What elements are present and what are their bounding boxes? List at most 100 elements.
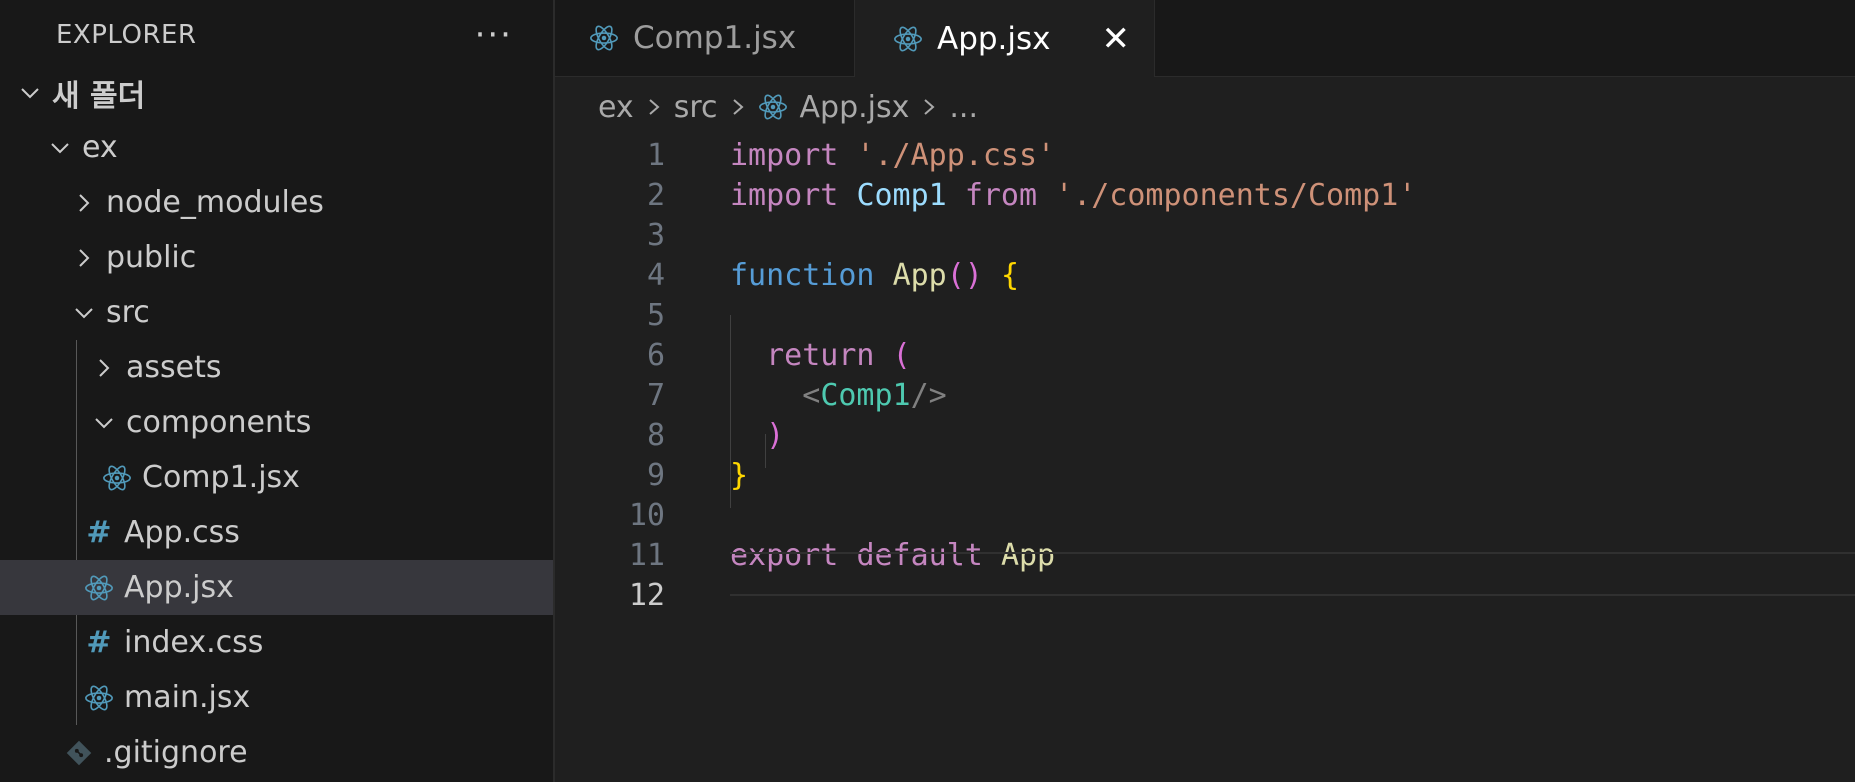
breadcrumb-item[interactable]: App.jsx xyxy=(800,90,910,125)
close-icon[interactable]: ✕ xyxy=(1102,22,1131,56)
chevron-down-icon xyxy=(46,136,74,160)
chevron-right-icon xyxy=(70,191,98,215)
token-function: App xyxy=(892,258,947,293)
tree-item-label: public xyxy=(106,240,197,275)
tree-item-label: App.jsx xyxy=(124,570,234,605)
tree-item-app-jsx[interactable]: App.jsx xyxy=(0,560,553,615)
token-parens: () xyxy=(946,258,983,293)
tree-item-node-modules[interactable]: node_modules xyxy=(0,175,553,230)
token-paren: ( xyxy=(892,338,911,373)
token-keyword: from xyxy=(964,178,1038,213)
react-icon xyxy=(758,92,788,122)
chevron-down-icon xyxy=(90,411,118,435)
code-text: function App() { xyxy=(730,258,1019,293)
token-brace: { xyxy=(1000,258,1019,293)
react-icon xyxy=(102,463,132,493)
line-number: 5 xyxy=(646,298,665,333)
tree-item-label: node_modules xyxy=(106,185,324,220)
tree-item-label: index.css xyxy=(124,625,264,660)
chevron-right-icon xyxy=(728,95,748,119)
line-number: 3 xyxy=(646,218,665,253)
code-line-12[interactable]: 12 xyxy=(555,572,1855,619)
tree-item-label: components xyxy=(126,405,312,440)
hash-icon: # xyxy=(86,515,112,550)
token-punct: < xyxy=(802,378,821,413)
file-tree: 새 폴더 ex node_modules public src assets c… xyxy=(0,65,553,780)
token-keyword: return xyxy=(766,338,875,373)
more-actions-icon[interactable]: ··· xyxy=(475,18,513,52)
chevron-right-icon xyxy=(70,246,98,270)
tree-item-label: ex xyxy=(82,130,118,165)
line-number: 9 xyxy=(646,458,665,493)
code-text: } xyxy=(730,458,748,493)
tree-item-label: assets xyxy=(126,350,222,385)
code-text: return ( xyxy=(730,338,911,373)
line-number: 10 xyxy=(628,498,665,533)
tab-app-jsx[interactable]: App.jsx ✕ xyxy=(855,0,1155,77)
code-text: import Comp1 from './components/Comp1' xyxy=(730,178,1416,213)
breadcrumb-item[interactable]: src xyxy=(674,90,718,125)
code-text: <Comp1/> xyxy=(730,378,947,413)
tree-item-comp1-jsx[interactable]: Comp1.jsx xyxy=(0,450,553,505)
breadcrumb: ex src App.jsx ... xyxy=(598,84,978,130)
tree-item-index-css[interactable]: # index.css xyxy=(0,615,553,670)
chevron-down-icon xyxy=(70,301,98,325)
token-keyword: import xyxy=(730,178,839,213)
chevron-right-icon xyxy=(644,95,664,119)
chevron-down-icon xyxy=(16,81,44,105)
line-number: 6 xyxy=(646,338,665,373)
token-keyword: import xyxy=(730,138,839,173)
tab-label: Comp1.jsx xyxy=(633,20,797,56)
code-editor[interactable]: 1 import './App.css' 2 import Comp1 from… xyxy=(555,132,1855,782)
git-icon xyxy=(64,740,94,766)
explorer-header: EXPLORER ··· xyxy=(0,0,553,70)
token-punct: /> xyxy=(910,378,947,413)
src-children: assets components Comp1.jsx # App.css Ap… xyxy=(0,340,553,725)
tree-item-label: src xyxy=(106,295,150,330)
tree-item-label: main.jsx xyxy=(124,680,251,715)
explorer-sidebar: EXPLORER ··· 새 폴더 ex node_modules public… xyxy=(0,0,555,782)
react-icon xyxy=(589,23,619,53)
token-identifier: Comp1 xyxy=(856,178,947,213)
react-icon xyxy=(84,573,114,603)
tree-item-label: Comp1.jsx xyxy=(142,460,300,495)
breadcrumb-item[interactable]: ex xyxy=(598,90,634,125)
tree-item-app-css[interactable]: # App.css xyxy=(0,505,553,560)
tree-item-root-folder[interactable]: 새 폴더 xyxy=(0,65,553,120)
react-icon xyxy=(84,683,114,713)
token-brace: } xyxy=(730,458,749,493)
line-number: 4 xyxy=(646,258,665,293)
line-number: 7 xyxy=(646,378,665,413)
token-paren: ) xyxy=(766,418,785,453)
tab-comp1-jsx[interactable]: Comp1.jsx xyxy=(555,0,855,76)
token-keyword: function xyxy=(730,258,875,293)
line-number: 8 xyxy=(646,418,665,453)
editor-tabs: Comp1.jsx App.jsx ✕ xyxy=(555,0,1855,77)
line-number: 2 xyxy=(646,178,665,213)
line-number: 1 xyxy=(646,138,665,173)
line-number: 11 xyxy=(628,538,665,573)
tree-item-assets[interactable]: assets xyxy=(0,340,553,395)
line-number-current: 12 xyxy=(628,578,665,613)
chevron-right-icon xyxy=(90,356,118,380)
react-icon xyxy=(893,24,923,54)
tree-item-label: App.css xyxy=(124,515,240,550)
chevron-right-icon xyxy=(919,95,939,119)
tree-item-gitignore[interactable]: .gitignore xyxy=(0,725,553,780)
token-string: './App.css' xyxy=(856,138,1056,173)
explorer-title: EXPLORER xyxy=(56,20,197,50)
code-text: import './App.css' xyxy=(730,138,1055,173)
breadcrumb-item[interactable]: ... xyxy=(949,90,978,125)
tree-item-public[interactable]: public xyxy=(0,230,553,285)
hash-icon: # xyxy=(86,625,112,660)
tree-item-src[interactable]: src xyxy=(0,285,553,340)
tree-item-components[interactable]: components xyxy=(0,395,553,450)
tab-label: App.jsx xyxy=(937,20,1051,57)
token-string: './components/Comp1' xyxy=(1055,178,1417,213)
tree-item-ex[interactable]: ex xyxy=(0,120,553,175)
tree-item-main-jsx[interactable]: main.jsx xyxy=(0,670,553,725)
tree-item-label: .gitignore xyxy=(104,735,248,770)
token-jsx-tag: Comp1 xyxy=(820,378,911,413)
tree-item-label: 새 폴더 xyxy=(52,78,146,114)
code-text: ) xyxy=(730,418,784,453)
